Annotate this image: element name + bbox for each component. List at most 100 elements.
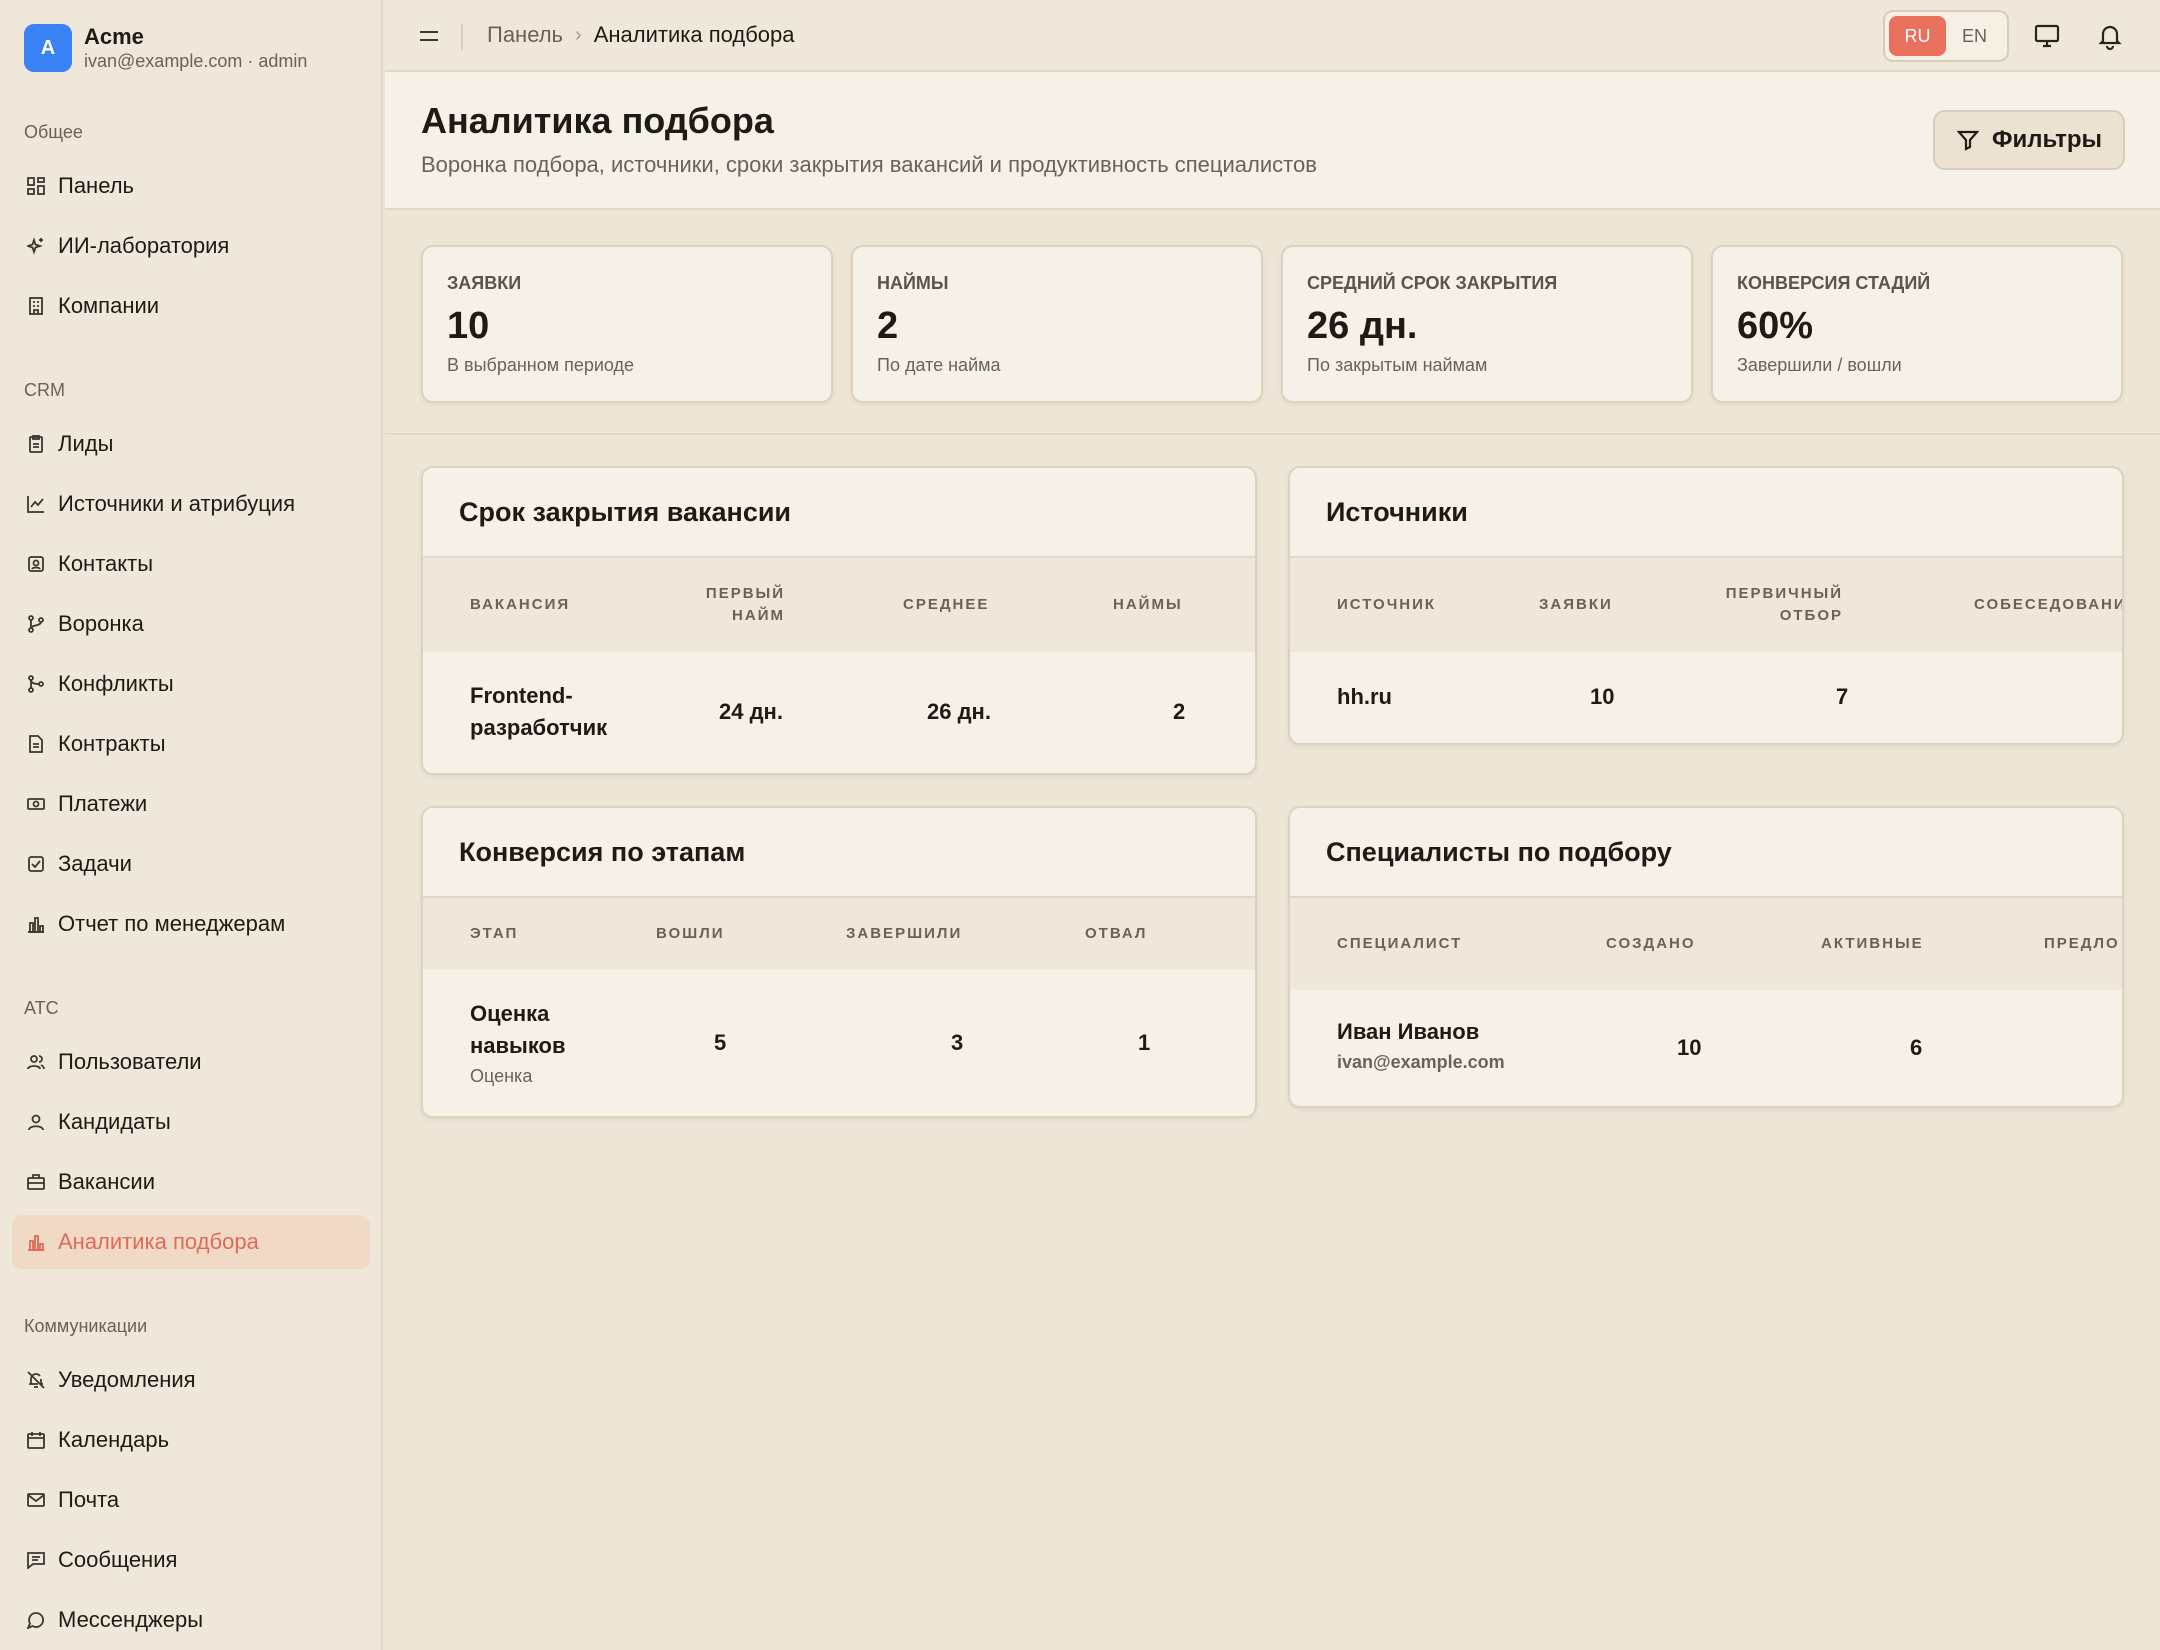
building-icon xyxy=(26,296,46,316)
sidebar-item-label: Мессенджеры xyxy=(58,1607,204,1632)
divider xyxy=(385,433,2160,435)
panel-vacancy-closing: Срок закрытия вакансии ВАКАНСИЯ ПЕРВЫЙ Н… xyxy=(421,466,1257,775)
lang-en-button[interactable]: EN xyxy=(1946,16,2003,56)
kpi-label: ЗАЯВКИ xyxy=(447,273,522,293)
column-header: ЗАЯВКИ xyxy=(1539,596,1613,613)
kpi-note: По закрытым наймам xyxy=(1307,355,1488,375)
kpi-note: По дате найма xyxy=(877,355,1001,375)
bar-chart-icon xyxy=(26,1232,46,1252)
sidebar-item-sources-attribution[interactable]: Источники и атрибуция xyxy=(12,477,370,531)
page-header: Аналитика подбора Воронка подбора, источ… xyxy=(385,72,2160,210)
sidebar-item-messengers[interactable]: Мессенджеры xyxy=(12,1593,370,1647)
sidebar-item-conflicts[interactable]: Конфликты xyxy=(12,657,370,711)
panel-recruiters: Специалисты по подбору СПЕЦИАЛИСТ СОЗДАН… xyxy=(1288,806,2124,1108)
column-header: СРЕДНЕЕ xyxy=(903,596,990,613)
workspace-name: Acme xyxy=(84,24,144,49)
nav-section-general: Общее xyxy=(24,122,83,142)
kpi-value: 10 xyxy=(447,305,490,347)
column-header: СПЕЦИАЛИСТ xyxy=(1337,935,1463,952)
sidebar-item-dashboard[interactable]: Панель xyxy=(12,159,370,213)
sidebar-item-contacts[interactable]: Контакты xyxy=(12,537,370,591)
nav-section-ats: ATC xyxy=(24,998,59,1018)
stage-name-line-1: Оценка xyxy=(470,1001,550,1026)
column-header: АКТИВНЫЕ xyxy=(1821,935,1924,952)
specialist-email: ivan@example.com xyxy=(1337,1052,1505,1072)
sidebar-item-messages[interactable]: Сообщения xyxy=(12,1533,370,1587)
sidebar-item-companies[interactable]: Компании xyxy=(12,279,370,333)
sidebar-item-candidates[interactable]: Кандидаты xyxy=(12,1095,370,1149)
sidebar-item-vacancies[interactable]: Вакансии xyxy=(12,1155,370,1209)
table-header: ВАКАНСИЯ ПЕРВЫЙ НАЙМ СРЕДНЕЕ НАЙМЫ xyxy=(423,558,1255,652)
filters-button[interactable]: Фильтры xyxy=(1933,110,2125,170)
column-header: ЭТАП xyxy=(470,925,519,942)
sidebar-item-label: Кандидаты xyxy=(58,1109,171,1134)
dashboard-icon xyxy=(26,176,46,196)
sidebar-item-label: Почта xyxy=(58,1487,120,1512)
user-email-role: ivan@example.com · admin xyxy=(84,51,308,71)
nav-section-crm: CRM xyxy=(24,380,65,400)
table-header: ИСТОЧНИК ЗАЯВКИ ПЕРВИЧНЫЙ ОТБОР СОБЕСЕДО… xyxy=(1290,558,2122,652)
applications-value: 10 xyxy=(1590,684,1615,709)
message-square-icon xyxy=(26,1550,46,1570)
mail-icon xyxy=(26,1490,46,1510)
message-circle-icon xyxy=(26,1610,46,1630)
column-header: ВАКАНСИЯ xyxy=(470,596,571,613)
sidebar-item-label: Воронка xyxy=(58,611,144,636)
table-row[interactable]: Frontend- разработчик 24 дн. 26 дн. 2 xyxy=(423,652,1255,773)
table-header: ЭТАП ВОШЛИ ЗАВЕРШИЛИ ОТВАЛ xyxy=(423,898,1255,970)
workspace-switcher[interactable]: A Acme ivan@example.com · admin xyxy=(24,24,307,72)
panel-stage-conversion: Конверсия по этапам ЭТАП ВОШЛИ ЗАВЕРШИЛИ… xyxy=(421,806,1257,1118)
column-header: ИСТОЧНИК xyxy=(1337,596,1437,613)
sidebar-item-recruiting-analytics[interactable]: Аналитика подбора xyxy=(12,1215,370,1269)
sidebar-item-contracts[interactable]: Контракты xyxy=(12,717,370,771)
source-name: hh.ru xyxy=(1337,684,1392,709)
check-square-icon xyxy=(26,854,46,874)
sidebar: A Acme ivan@example.com · admin Общее Па… xyxy=(0,0,383,1650)
sidebar-item-mail[interactable]: Почта xyxy=(12,1473,370,1527)
sidebar-item-manager-report[interactable]: Отчет по менеджерам xyxy=(12,897,370,951)
breadcrumb-home[interactable]: Панель xyxy=(487,22,563,48)
calendar-icon xyxy=(26,1430,46,1450)
sidebar-item-calendar[interactable]: Календарь xyxy=(12,1413,370,1467)
sidebar-item-leads[interactable]: Лиды xyxy=(12,417,370,471)
sidebar-item-label: Контакты xyxy=(58,551,154,576)
sidebar-item-tasks[interactable]: Задачи xyxy=(12,837,370,891)
filters-label: Фильтры xyxy=(1991,126,2103,153)
table-row[interactable]: Иван Иванов ivan@example.com 10 6 xyxy=(1290,990,2122,1106)
banknote-icon xyxy=(26,794,46,814)
created-value: 10 xyxy=(1677,1035,1702,1060)
kpi-label: НАЙМЫ xyxy=(877,273,949,293)
sidebar-item-label: Панель xyxy=(58,173,135,198)
sidebar-item-notifications[interactable]: Уведомления xyxy=(12,1353,370,1407)
panel-title: Конверсия по этапам xyxy=(423,808,1255,898)
contact-icon xyxy=(26,554,46,574)
clipboard-icon xyxy=(26,434,46,454)
sidebar-item-users[interactable]: Пользователи xyxy=(12,1035,370,1089)
monitor-icon[interactable] xyxy=(2033,22,2061,50)
entered-value: 5 xyxy=(714,1030,727,1055)
file-icon xyxy=(26,734,46,754)
screening-value: 7 xyxy=(1836,684,1849,709)
bar-chart-icon xyxy=(26,914,46,934)
chart-line-icon xyxy=(26,494,46,514)
sidebar-item-label: Конфликты xyxy=(58,671,174,696)
column-header: ВОШЛИ xyxy=(656,925,725,942)
sidebar-item-label: Задачи xyxy=(58,851,132,876)
git-merge-icon xyxy=(26,674,46,694)
sidebar-item-funnel[interactable]: Воронка xyxy=(12,597,370,651)
lang-ru-button[interactable]: RU xyxy=(1889,16,1946,56)
users-icon xyxy=(26,1052,46,1072)
kpi-card-stage-conversion: КОНВЕРСИЯ СТАДИЙ 60% Завершили / вошли xyxy=(1711,245,2123,403)
sidebar-item-ai-lab[interactable]: ИИ-лаборатория xyxy=(12,219,370,273)
sidebar-item-label: Контракты xyxy=(58,731,166,756)
bell-icon[interactable] xyxy=(2096,22,2124,51)
table-row[interactable]: hh.ru 10 7 xyxy=(1290,652,2122,743)
kpi-note: В выбранном периоде xyxy=(447,355,635,375)
panel-sources: Источники ИСТОЧНИК ЗАЯВКИ ПЕРВИЧНЫЙ ОТБО… xyxy=(1288,466,2124,745)
menu-icon[interactable] xyxy=(415,22,443,50)
column-header: НАЙМЫ xyxy=(1113,596,1183,613)
sidebar-item-payments[interactable]: Платежи xyxy=(12,777,370,831)
table-row[interactable]: Оценка навыков Оценка 5 3 1 xyxy=(423,970,1255,1116)
stage-name-line-2: навыков xyxy=(470,1033,566,1058)
column-header: ПЕРВИЧНЫЙ ОТБОР xyxy=(1725,585,1843,624)
